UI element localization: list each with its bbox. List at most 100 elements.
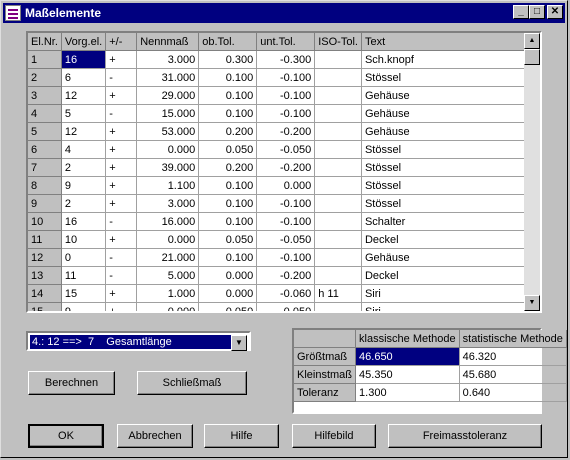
results-value[interactable]: 46.650 xyxy=(355,347,460,366)
grid-cell[interactable]: 12 xyxy=(61,86,107,105)
grid-cell[interactable]: - xyxy=(105,104,138,123)
grid-cell[interactable]: -0.200 xyxy=(256,122,316,141)
app-icon[interactable] xyxy=(5,5,21,21)
grid-cell[interactable]: 0.200 xyxy=(198,122,258,141)
grid-cell[interactable]: Gehäuse xyxy=(361,86,534,105)
grid-cell[interactable] xyxy=(314,104,362,123)
grid-cell[interactable]: -0.100 xyxy=(256,68,316,87)
results-value[interactable]: 1.300 xyxy=(355,383,460,402)
table-row[interactable]: 6 4 +0.000 0.050 -0.050 Stössel xyxy=(28,140,534,159)
grid-cell[interactable]: 0.050 xyxy=(198,302,258,311)
grid-cell[interactable]: -0.050 xyxy=(256,230,316,249)
grid-cell[interactable]: -0.200 xyxy=(256,158,316,177)
grid-cell[interactable]: Deckel xyxy=(361,266,534,285)
column-header[interactable]: Vorg.el. xyxy=(61,33,107,51)
grid-cell[interactable]: 0.100 xyxy=(198,248,258,267)
minimize-button[interactable]: _ xyxy=(513,5,529,19)
grid-cell[interactable]: Siri xyxy=(361,284,534,303)
grid-cell[interactable]: 5.000 xyxy=(136,266,200,285)
table-row[interactable]: 13 11-5.000 0.000 -0.200 Deckel xyxy=(28,266,534,285)
grid-cell[interactable] xyxy=(314,140,362,159)
grid-cell[interactable]: 2 xyxy=(61,158,107,177)
grid-cell[interactable]: - xyxy=(105,212,138,231)
grid-cell[interactable]: 9 xyxy=(61,176,107,195)
grid-cell[interactable]: 3.000 xyxy=(136,50,200,69)
grid-cell[interactable]: Stössel xyxy=(361,176,534,195)
grid-cell[interactable]: 11 xyxy=(61,266,107,285)
grid-cell[interactable]: 3.000 xyxy=(136,194,200,213)
grid-cell[interactable]: -0.100 xyxy=(256,248,316,267)
hilfebild-button[interactable]: Hilfebild xyxy=(292,424,376,448)
grid-cell[interactable]: + xyxy=(105,176,138,195)
grid-cell[interactable]: 0.100 xyxy=(198,176,258,195)
grid-cell[interactable]: Deckel xyxy=(361,230,534,249)
grid-cell[interactable]: -0.050 xyxy=(256,302,316,311)
grid-cell[interactable]: 16 xyxy=(61,212,107,231)
grid-cell[interactable]: -0.100 xyxy=(256,194,316,213)
grid-cell[interactable] xyxy=(314,86,362,105)
grid-cell[interactable]: h 11 xyxy=(314,284,362,303)
ok-button[interactable]: OK xyxy=(28,424,104,448)
grid-cell[interactable]: + xyxy=(105,194,138,213)
grid-cell[interactable]: 0 xyxy=(61,248,107,267)
grid-cell[interactable]: -0.050 xyxy=(256,140,316,159)
column-header[interactable]: Nennmaß xyxy=(136,33,200,51)
grid-cell[interactable] xyxy=(314,302,362,311)
grid-cell[interactable]: -0.200 xyxy=(256,266,316,285)
grid-cell[interactable] xyxy=(314,230,362,249)
grid-vertical-scrollbar[interactable]: ▲ ▼ xyxy=(524,33,540,311)
grid-cell[interactable]: Siri xyxy=(361,302,534,311)
table-row[interactable]: 3 12 +29.000 0.100 -0.100 Gehäuse xyxy=(28,86,534,105)
table-row[interactable]: 11 10 +0.000 0.050 -0.050 Deckel xyxy=(28,230,534,249)
grid-cell[interactable]: 6 xyxy=(61,68,107,87)
table-row[interactable]: 10 16-16.000 0.100 -0.100 Schalter xyxy=(28,212,534,231)
grid-cell[interactable]: + xyxy=(105,302,138,311)
grid-cell[interactable]: -0.100 xyxy=(256,86,316,105)
grid-cell[interactable]: 16.000 xyxy=(136,212,200,231)
table-row[interactable]: 14 15 +1.000 0.000 -0.060 h 11 Siri xyxy=(28,284,534,303)
table-row[interactable]: 12 0-21.000 0.100 -0.100 Gehäuse xyxy=(28,248,534,267)
grid-cell[interactable]: Sch.knopf xyxy=(361,50,534,69)
grid-cell[interactable]: + xyxy=(105,86,138,105)
results-value[interactable]: 45.350 xyxy=(355,365,460,384)
schliessmass-button[interactable]: Schließmaß xyxy=(137,371,247,395)
grid-cell[interactable]: -0.100 xyxy=(256,212,316,231)
grid-cell[interactable]: Stössel xyxy=(361,140,534,159)
grid-cell[interactable]: 1.100 xyxy=(136,176,200,195)
grid-cell[interactable]: 15 xyxy=(61,284,107,303)
masselemente-grid[interactable]: El.Nr. Vorg.el. +/- Nennmaß ob.Tol. unt.Tol. I… xyxy=(26,31,542,313)
grid-cell[interactable]: + xyxy=(105,50,138,69)
table-row[interactable]: 4 5-15.000 0.100 -0.100 Gehäuse xyxy=(28,104,534,123)
column-header[interactable]: unt.Tol. xyxy=(256,33,316,51)
grid-cell[interactable]: 2 xyxy=(61,194,107,213)
grid-cell[interactable]: Stössel xyxy=(361,68,534,87)
grid-cell[interactable]: 10 xyxy=(61,230,107,249)
column-header[interactable]: Text xyxy=(361,33,534,51)
grid-cell[interactable]: Stössel xyxy=(361,194,534,213)
grid-cell[interactable] xyxy=(314,248,362,267)
grid-cell[interactable]: 15.000 xyxy=(136,104,200,123)
column-header[interactable]: +/- xyxy=(105,33,138,51)
scroll-down-button[interactable]: ▼ xyxy=(524,295,540,311)
grid-cell[interactable]: 53.000 xyxy=(136,122,200,141)
berechnen-button[interactable]: Berechnen xyxy=(28,371,115,395)
column-header[interactable]: ob.Tol. xyxy=(198,33,258,51)
grid-cell[interactable]: Schalter xyxy=(361,212,534,231)
results-value[interactable]: 45.680 xyxy=(459,365,567,384)
grid-cell[interactable]: - xyxy=(105,266,138,285)
grid-cell[interactable]: - xyxy=(105,248,138,267)
grid-cell[interactable]: 0.100 xyxy=(198,212,258,231)
grid-cell[interactable]: 5 xyxy=(61,104,107,123)
table-row[interactable]: 1 16 +3.000 0.300 -0.300 Sch.knopf xyxy=(28,50,534,69)
grid-cell[interactable]: 0.000 xyxy=(256,176,316,195)
grid-cell[interactable]: 12 xyxy=(61,122,107,141)
grid-cell[interactable]: + xyxy=(105,230,138,249)
grid-cell[interactable]: 9 xyxy=(61,302,107,311)
grid-cell[interactable]: -0.060 xyxy=(256,284,316,303)
grid-cell[interactable] xyxy=(314,176,362,195)
column-header[interactable]: El.Nr. xyxy=(28,33,62,51)
grid-cell[interactable]: 0.000 xyxy=(136,302,200,311)
grid-cell[interactable] xyxy=(314,266,362,285)
chain-select[interactable]: 4.: 12 ==> 7 Gesamtlänge ▼ xyxy=(26,331,251,351)
results-value[interactable]: 46.320 xyxy=(459,347,567,366)
